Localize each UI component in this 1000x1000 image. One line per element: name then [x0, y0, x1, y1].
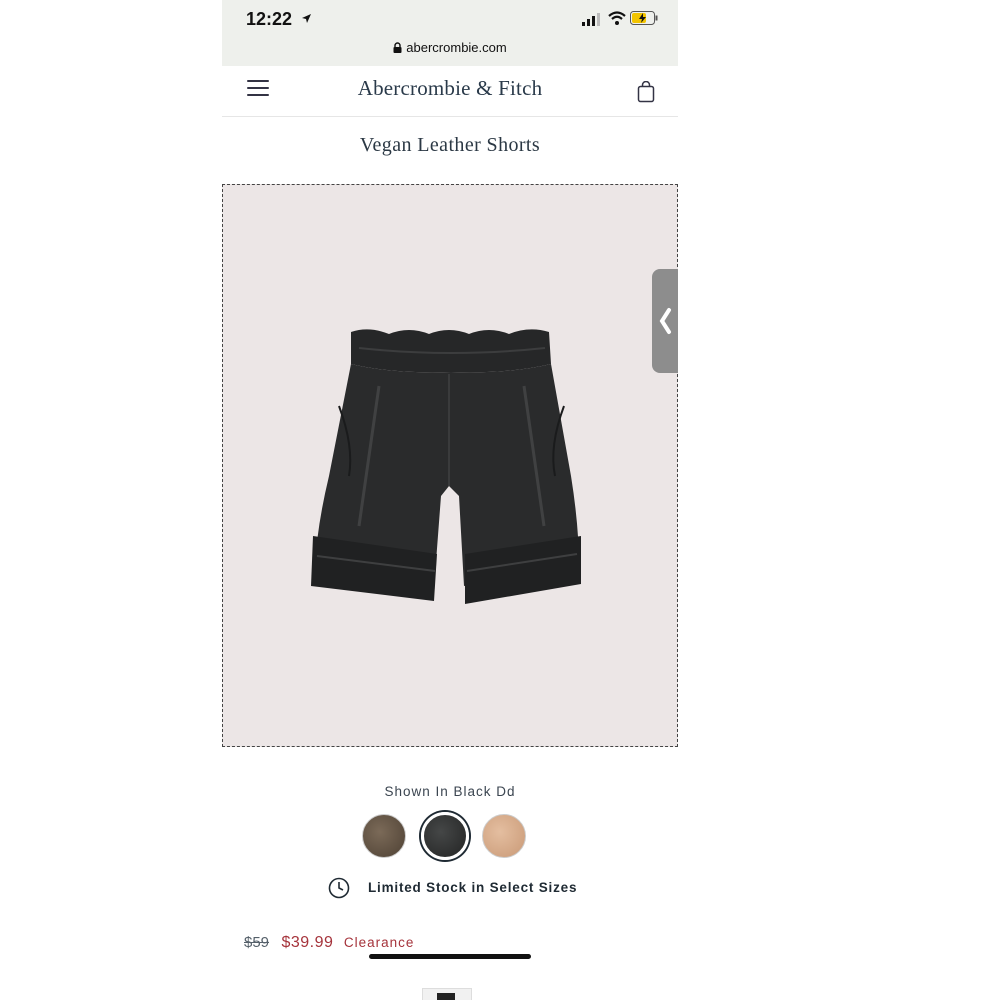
signal-icon	[582, 13, 600, 26]
phone-screen: 12:22 abercrombie.com Abercrombie & Fitc…	[222, 0, 678, 1000]
status-bar: 12:22 abercrombie.com	[222, 0, 678, 66]
product-image[interactable]	[222, 184, 678, 747]
original-price: $59	[244, 934, 270, 951]
battery-charging-icon	[630, 11, 658, 25]
location-arrow-icon	[302, 14, 311, 23]
wifi-icon	[608, 11, 626, 25]
address-bar[interactable]: abercrombie.com	[222, 40, 678, 55]
lock-icon	[393, 42, 402, 53]
swatch-brown[interactable]	[362, 814, 406, 858]
shown-in-label: Shown In Black Dd	[384, 784, 516, 799]
side-panel-tab[interactable]	[652, 269, 678, 373]
price-row: $59 $39.99 Clearance	[244, 934, 414, 952]
sale-price: $39.99	[281, 934, 334, 951]
clearance-badge: Clearance	[343, 935, 415, 950]
brand-logo[interactable]: Abercrombie & Fitch	[222, 76, 678, 101]
shorts-illustration	[311, 329, 581, 604]
clock-icon	[328, 877, 350, 899]
swatch-tan[interactable]	[482, 814, 526, 858]
product-thumbnail[interactable]	[422, 988, 472, 1000]
url-text: abercrombie.com	[406, 40, 507, 55]
home-indicator[interactable]	[369, 954, 531, 959]
shopping-bag-icon[interactable]	[637, 81, 655, 103]
swatch-black[interactable]	[421, 812, 469, 860]
site-header: Abercrombie & Fitch	[222, 66, 678, 117]
status-time: 12:22	[246, 9, 293, 29]
chevron-left-icon	[659, 308, 671, 334]
stock-text: Limited Stock in Select Sizes	[368, 880, 578, 895]
thumbnail-image	[437, 993, 455, 1000]
product-title: Vegan Leather Shorts	[359, 134, 541, 156]
